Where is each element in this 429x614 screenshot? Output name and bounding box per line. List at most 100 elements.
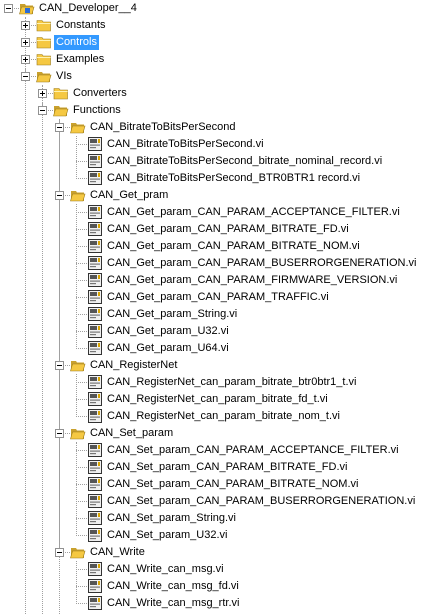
tree-item-label[interactable]: CAN_BitrateToBitsPerSecond_BTR0BTR1 reco… bbox=[105, 171, 362, 186]
tree-connector bbox=[76, 518, 87, 519]
folder-icon bbox=[53, 85, 69, 101]
tree-item-folder[interactable]: Examples bbox=[0, 51, 429, 68]
tree-item-vi[interactable]: CAN_Write_can_msg_rtr.vi bbox=[0, 595, 429, 612]
collapse-button[interactable] bbox=[55, 191, 64, 200]
collapse-button[interactable] bbox=[21, 72, 30, 81]
tree-item-label[interactable]: CAN_Write bbox=[88, 545, 147, 560]
collapse-button[interactable] bbox=[55, 548, 64, 557]
tree-item-label[interactable]: CAN_Get_param_U64.vi bbox=[105, 341, 231, 356]
tree-item-vi[interactable]: CAN_Get_param_String.vi bbox=[0, 306, 429, 323]
tree-item-label[interactable]: Functions bbox=[71, 103, 123, 118]
tree-connector bbox=[76, 212, 87, 213]
tree-item-vi[interactable]: CAN_BitrateToBitsPerSecond.vi bbox=[0, 136, 429, 153]
tree-item-vi[interactable]: CAN_BitrateToBitsPerSecond_BTR0BTR1 reco… bbox=[0, 170, 429, 187]
vi-file-icon bbox=[87, 391, 103, 407]
tree-item-vi[interactable]: CAN_Set_param_CAN_PARAM_ACCEPTANCE_FILTE… bbox=[0, 442, 429, 459]
tree-item-vi[interactable]: CAN_Get_param_CAN_PARAM_BITRATE_NOM.vi bbox=[0, 238, 429, 255]
tree-item-label[interactable]: CAN_RegisterNet_can_param_bitrate_nom_t.… bbox=[105, 409, 342, 424]
tree-connector bbox=[76, 348, 87, 349]
tree-item-vi[interactable]: CAN_Get_param_U64.vi bbox=[0, 340, 429, 357]
tree-item-label[interactable]: CAN_BitrateToBitsPerSecond bbox=[88, 120, 238, 135]
tree-item-vi[interactable]: CAN_Get_param_CAN_PARAM_ACCEPTANCE_FILTE… bbox=[0, 204, 429, 221]
tree-item-label[interactable]: CAN_Set_param_CAN_PARAM_BITRATE_FD.vi bbox=[105, 460, 349, 475]
tree-item-vi[interactable]: CAN_Set_param_CAN_PARAM_BITRATE_NOM.vi bbox=[0, 476, 429, 493]
tree-item-label[interactable]: CAN_Set_param_CAN_PARAM_ACCEPTANCE_FILTE… bbox=[105, 443, 401, 458]
tree-connector bbox=[76, 297, 87, 298]
tree-item-label[interactable]: CAN_Set_param_String.vi bbox=[105, 511, 238, 526]
tree-item-vi[interactable]: CAN_Write_can_msg.vi bbox=[0, 561, 429, 578]
tree-item-folder[interactable]: CAN_BitrateToBitsPerSecond bbox=[0, 119, 429, 136]
tree-item-vi[interactable]: CAN_RegisterNet_can_param_bitrate_nom_t.… bbox=[0, 408, 429, 425]
tree-item-vi[interactable]: CAN_Write_can_msg_fd.vi bbox=[0, 578, 429, 595]
tree-item-label[interactable]: CAN_Write_can_msg_fd.vi bbox=[105, 579, 241, 594]
folder-open-icon bbox=[70, 119, 86, 135]
tree-item-label[interactable]: Examples bbox=[54, 52, 106, 67]
vi-file-icon bbox=[87, 255, 103, 271]
tree-item-label[interactable]: CAN_Set_param_U32.vi bbox=[105, 528, 229, 543]
tree-item-label[interactable]: CAN_Get_param_CAN_PARAM_FIRMWARE_VERSION… bbox=[105, 273, 399, 288]
tree-item-vi[interactable]: CAN_RegisterNet_can_param_bitrate_fd_t.v… bbox=[0, 391, 429, 408]
expand-button[interactable] bbox=[38, 89, 47, 98]
tree-item-vi[interactable]: CAN_BitrateToBitsPerSecond_bitrate_nomin… bbox=[0, 153, 429, 170]
collapse-button[interactable] bbox=[38, 106, 47, 115]
expand-button[interactable] bbox=[21, 38, 30, 47]
tree-item-label[interactable]: CAN_Developer__4 bbox=[37, 1, 139, 16]
tree-item-folder[interactable]: Constants bbox=[0, 17, 429, 34]
tree-item-folder[interactable]: CAN_Write bbox=[0, 544, 429, 561]
tree-item-label[interactable]: CAN_Write_can_msg.vi bbox=[105, 562, 226, 577]
tree-item-vi[interactable]: CAN_Set_param_String.vi bbox=[0, 510, 429, 527]
tree-item-label[interactable]: CAN_RegisterNet bbox=[88, 358, 179, 373]
tree-item-label[interactable]: CAN_Get_param_CAN_PARAM_TRAFFIC.vi bbox=[105, 290, 331, 305]
tree-connector bbox=[76, 535, 87, 536]
tree-item-label[interactable]: CAN_Set_param_CAN_PARAM_BUSERRORGENERATI… bbox=[105, 494, 417, 509]
tree-item-label[interactable]: CAN_RegisterNet_can_param_bitrate_btr0bt… bbox=[105, 375, 358, 390]
collapse-button[interactable] bbox=[55, 361, 64, 370]
tree-item-folder[interactable]: CAN_Get_pram bbox=[0, 187, 429, 204]
tree-item-folder[interactable]: VIs bbox=[0, 68, 429, 85]
tree-item-vi[interactable]: CAN_Get_param_CAN_PARAM_BITRATE_FD.vi bbox=[0, 221, 429, 238]
tree-item-vi[interactable]: CAN_Get_param_U32.vi bbox=[0, 323, 429, 340]
tree-item-label[interactable]: CAN_Write_can_msg_rtr.vi bbox=[105, 596, 241, 611]
collapse-button[interactable] bbox=[4, 4, 13, 13]
tree-item-vi[interactable]: CAN_Get_param_CAN_PARAM_FIRMWARE_VERSION… bbox=[0, 272, 429, 289]
tree-item-vi[interactable]: CAN_Set_param_CAN_PARAM_BITRATE_FD.vi bbox=[0, 459, 429, 476]
tree-item-label[interactable]: VIs bbox=[54, 69, 74, 84]
expand-button[interactable] bbox=[21, 55, 30, 64]
tree-item-label[interactable]: CAN_RegisterNet_can_param_bitrate_fd_t.v… bbox=[105, 392, 330, 407]
tree-connector bbox=[76, 246, 87, 247]
tree-item-label[interactable]: CAN_Get_param_U32.vi bbox=[105, 324, 231, 339]
tree-item-folder[interactable]: CAN_Set_param bbox=[0, 425, 429, 442]
tree-item-vi[interactable]: CAN_RegisterNet_can_param_bitrate_btr0bt… bbox=[0, 374, 429, 391]
tree-item-vi[interactable]: CAN_Get_param_CAN_PARAM_BUSERRORGENERATI… bbox=[0, 255, 429, 272]
tree-item-folder[interactable]: Controls bbox=[0, 34, 429, 51]
tree-item-label[interactable]: Controls bbox=[54, 35, 99, 50]
vi-file-icon bbox=[87, 204, 103, 220]
tree-item-vi[interactable]: CAN_Set_param_CAN_PARAM_BUSERRORGENERATI… bbox=[0, 493, 429, 510]
tree-item-vi[interactable]: CAN_Set_param_U32.vi bbox=[0, 527, 429, 544]
collapse-button[interactable] bbox=[55, 123, 64, 132]
tree-item-label[interactable]: CAN_Set_param_CAN_PARAM_BITRATE_NOM.vi bbox=[105, 477, 360, 492]
expand-button[interactable] bbox=[21, 21, 30, 30]
tree-item-folder[interactable]: Functions bbox=[0, 102, 429, 119]
library-icon bbox=[19, 0, 35, 16]
tree-item-label[interactable]: Converters bbox=[71, 86, 129, 101]
tree-item-label[interactable]: Constants bbox=[54, 18, 108, 33]
vi-file-icon bbox=[87, 595, 103, 611]
tree-item-vi[interactable]: CAN_Get_param_CAN_PARAM_TRAFFIC.vi bbox=[0, 289, 429, 306]
project-tree[interactable]: CAN_Developer__4 Constants Controls Example… bbox=[0, 0, 429, 614]
vi-file-icon bbox=[87, 272, 103, 288]
tree-item-folder[interactable]: Converters bbox=[0, 85, 429, 102]
tree-item-label[interactable]: CAN_Get_param_CAN_PARAM_BITRATE_NOM.vi bbox=[105, 239, 362, 254]
tree-item-label[interactable]: CAN_Get_param_CAN_PARAM_BITRATE_FD.vi bbox=[105, 222, 351, 237]
tree-item-label[interactable]: CAN_Get_param_String.vi bbox=[105, 307, 239, 322]
vi-file-icon bbox=[87, 136, 103, 152]
tree-item-label[interactable]: CAN_BitrateToBitsPerSecond_bitrate_nomin… bbox=[105, 154, 384, 169]
tree-item-label[interactable]: CAN_Get_pram bbox=[88, 188, 170, 203]
tree-item-folder[interactable]: CAN_Developer__4 bbox=[0, 0, 429, 17]
tree-item-label[interactable]: CAN_BitrateToBitsPerSecond.vi bbox=[105, 137, 266, 152]
tree-item-label[interactable]: CAN_Get_param_CAN_PARAM_BUSERRORGENERATI… bbox=[105, 256, 419, 271]
tree-item-folder[interactable]: CAN_RegisterNet bbox=[0, 357, 429, 374]
tree-item-label[interactable]: CAN_Set_param bbox=[88, 426, 175, 441]
tree-item-label[interactable]: CAN_Get_param_CAN_PARAM_ACCEPTANCE_FILTE… bbox=[105, 205, 402, 220]
collapse-button[interactable] bbox=[55, 429, 64, 438]
